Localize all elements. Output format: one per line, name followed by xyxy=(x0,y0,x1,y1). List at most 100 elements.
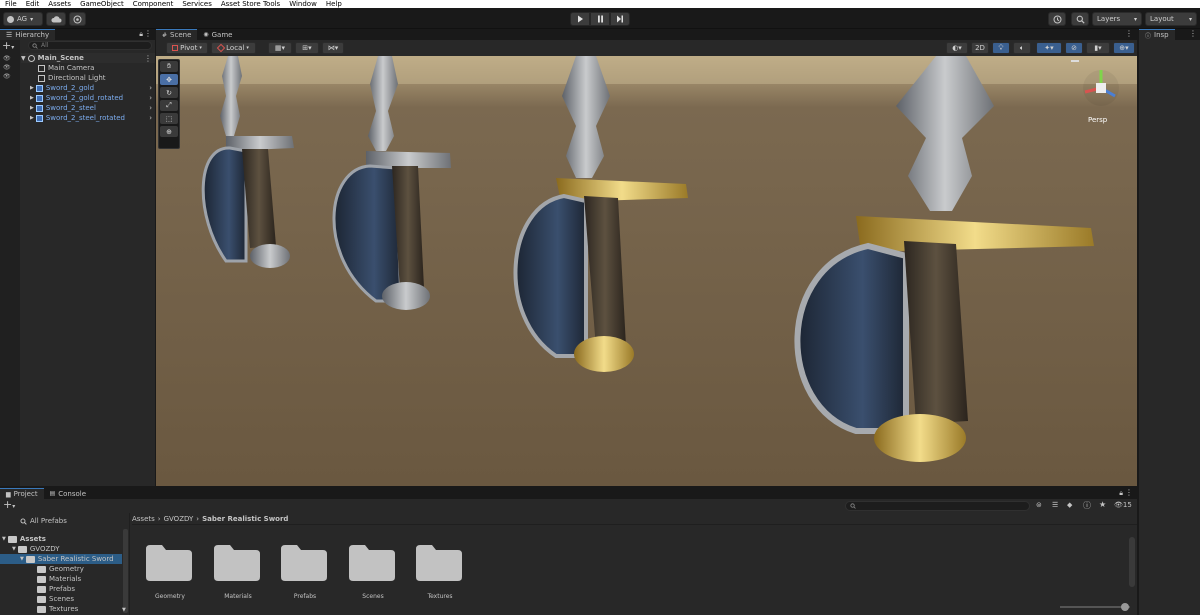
tab-game[interactable]: ◉ Game xyxy=(197,29,238,40)
incremental-snap-button[interactable]: ⋈▾ xyxy=(322,42,344,54)
more-options-icon[interactable]: ⋮ xyxy=(1125,488,1133,497)
menu-window[interactable]: Window xyxy=(289,0,317,8)
lock-icon[interactable]: 🔒︎ xyxy=(139,30,143,39)
chevron-right-icon[interactable]: › xyxy=(149,104,152,112)
effects-toggle[interactable]: ✦▾ xyxy=(1036,42,1062,54)
step-button[interactable] xyxy=(610,12,630,26)
hierarchy-item-directional-light[interactable]: Directional Light xyxy=(38,73,106,83)
project-search-input[interactable] xyxy=(845,501,1030,511)
rotate-tool-button[interactable]: ↻ xyxy=(160,87,178,98)
hierarchy-item-sword-2-gold[interactable]: ▶ Sword_2_gold › xyxy=(30,83,155,93)
local-toggle[interactable]: Local ▾ xyxy=(211,42,256,54)
asset-folder-textures[interactable]: Textures xyxy=(416,541,464,611)
asset-folder-prefabs[interactable]: Prefabs xyxy=(281,541,329,611)
chevron-right-icon[interactable]: › xyxy=(149,94,152,102)
search-by-label-icon[interactable]: ☰ xyxy=(1052,501,1058,509)
icon-size-slider-track[interactable] xyxy=(1060,606,1130,608)
tree-scrollbar[interactable] xyxy=(123,529,128,613)
account-button[interactable]: AG ▾ xyxy=(3,12,43,26)
more-options-icon[interactable]: ⋮ xyxy=(1125,29,1133,38)
menu-services[interactable]: Services xyxy=(182,0,212,8)
eye-icon[interactable]: 👁︎ xyxy=(3,55,11,62)
breadcrumb-saber-realistic-sword[interactable]: Saber Realistic Sword xyxy=(202,515,288,523)
more-options-icon[interactable]: ⋮ xyxy=(1189,29,1197,38)
hierarchy-item-sword-2-steel[interactable]: ▶ Sword_2_steel › xyxy=(30,103,155,113)
menu-gameobject[interactable]: GameObject xyxy=(80,0,124,8)
hand-tool-button[interactable]: ✋︎ xyxy=(160,61,178,72)
breadcrumb-assets[interactable]: Assets xyxy=(132,515,155,523)
tree-item-scenes[interactable]: Scenes xyxy=(37,594,74,604)
rect-tool-button[interactable]: ⬚ xyxy=(160,113,178,124)
cloud-button[interactable] xyxy=(46,12,66,26)
asset-folder-scenes[interactable]: Scenes xyxy=(349,541,397,611)
collab-button[interactable] xyxy=(69,12,86,26)
tree-item-saber-realistic-sword[interactable]: ▼ Saber Realistic Sword xyxy=(0,554,122,564)
pivot-toggle[interactable]: Pivot ▾ xyxy=(166,42,208,54)
tree-item-gvozdy[interactable]: ▼ GVOZDY xyxy=(12,544,60,554)
tag-icon[interactable]: ◆ xyxy=(1067,501,1072,509)
hierarchy-item-sword-2-gold-rotated[interactable]: ▶ Sword_2_gold_rotated › xyxy=(30,93,155,103)
layout-dropdown[interactable]: Layout ▾ xyxy=(1145,12,1197,26)
menu-assets[interactable]: Assets xyxy=(48,0,71,8)
breadcrumb-gvozdy[interactable]: GVOZDY xyxy=(164,515,194,523)
tab-scene[interactable]: # Scene xyxy=(156,29,198,40)
scene-row[interactable]: ▼ Main_Scene ⋮ xyxy=(21,53,155,63)
icon-size-slider-handle[interactable] xyxy=(1121,603,1129,611)
lock-icon[interactable]: 🔒︎ xyxy=(1119,489,1123,498)
undo-history-button[interactable] xyxy=(1048,12,1066,26)
menu-help[interactable]: Help xyxy=(326,0,342,8)
folder-icon xyxy=(37,565,46,573)
tree-item-all-prefabs[interactable]: All Prefabs xyxy=(20,516,67,526)
toggle-2d-button[interactable]: 2D xyxy=(971,42,989,54)
lighting-toggle[interactable]: 💡︎ xyxy=(992,42,1010,54)
more-options-icon[interactable]: ⋮ xyxy=(144,54,152,63)
persp-label[interactable]: Persp xyxy=(1088,116,1107,124)
warning-icon[interactable]: ⓘ xyxy=(1083,500,1091,511)
chevron-right-icon[interactable]: › xyxy=(149,114,152,122)
tree-item-assets[interactable]: ▼ Assets xyxy=(2,534,46,544)
scale-tool-button[interactable]: ⤢ xyxy=(160,100,178,111)
more-options-icon[interactable]: ⋮ xyxy=(144,29,152,38)
play-button[interactable] xyxy=(570,12,590,26)
eye-icon[interactable]: 👁︎ xyxy=(3,64,11,71)
menu-edit[interactable]: Edit xyxy=(26,0,40,8)
hierarchy-panel: 👁︎ 👁︎ 👁︎ +▾ All ▼ Main_Scene ⋮ Main Came… xyxy=(0,40,155,486)
eye-icon[interactable]: 👁︎ xyxy=(3,73,11,80)
hidden-objects-toggle[interactable]: ⊘ xyxy=(1065,42,1083,54)
hierarchy-item-main-camera[interactable]: Main Camera xyxy=(38,63,94,73)
gizmos-toggle[interactable]: ⊕▾ xyxy=(1113,42,1135,54)
tab-console[interactable]: ▤ Console xyxy=(44,488,92,499)
tree-item-prefabs[interactable]: Prefabs xyxy=(37,584,75,594)
hierarchy-item-sword-2-steel-rotated[interactable]: ▶ Sword_2_steel_rotated › xyxy=(30,113,155,123)
layers-dropdown[interactable]: Layers ▾ xyxy=(1092,12,1142,26)
folder-icon xyxy=(37,595,46,603)
draw-mode-button[interactable]: ◐▾ xyxy=(946,42,968,54)
search-by-type-icon[interactable]: ⊜ xyxy=(1036,501,1042,509)
add-object-button[interactable]: +▾ xyxy=(2,40,14,53)
menu-file[interactable]: File xyxy=(5,0,17,8)
menu-component[interactable]: Component xyxy=(133,0,174,8)
assets-scrollbar[interactable] xyxy=(1129,537,1135,587)
grid-snap-button[interactable]: ▦▾ xyxy=(268,42,292,54)
menu-asset-store-tools[interactable]: Asset Store Tools xyxy=(221,0,280,8)
tree-item-textures[interactable]: Textures xyxy=(37,604,78,614)
transform-tool-button[interactable]: ⊕ xyxy=(160,126,178,137)
tab-inspector[interactable]: ⓘ Insp xyxy=(1139,29,1175,40)
camera-settings-button[interactable]: ▮▾ xyxy=(1086,42,1110,54)
asset-folder-geometry[interactable]: Geometry xyxy=(146,541,194,611)
scene-viewport[interactable]: Persp xyxy=(156,56,1137,486)
chevron-right-icon[interactable]: › xyxy=(149,84,152,92)
move-tool-button[interactable]: ✥ xyxy=(160,74,178,85)
asset-folder-materials[interactable]: Materials xyxy=(214,541,262,611)
hierarchy-search-input[interactable]: All xyxy=(28,41,152,50)
create-asset-button[interactable]: +▾ xyxy=(3,499,15,513)
audio-toggle[interactable]: 🔈︎ xyxy=(1013,42,1031,54)
tree-item-geometry[interactable]: Geometry xyxy=(37,564,84,574)
search-button[interactable] xyxy=(1071,12,1089,26)
star-icon[interactable]: ★ xyxy=(1099,500,1106,509)
scroll-down-icon[interactable]: ▼ xyxy=(122,607,126,613)
tree-item-materials[interactable]: Materials xyxy=(37,574,81,584)
pause-button[interactable] xyxy=(590,12,610,26)
hidden-count-badge[interactable]: 👁︎15 xyxy=(1114,501,1132,509)
snap-increment-button[interactable]: ⊞▾ xyxy=(295,42,319,54)
